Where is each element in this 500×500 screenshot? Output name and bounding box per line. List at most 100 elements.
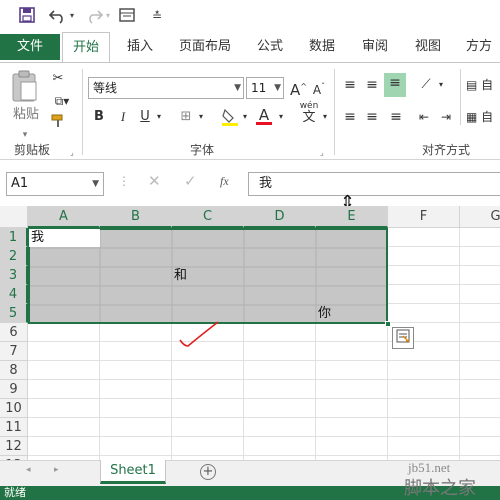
chevron-down-icon: ▼ [92, 179, 99, 189]
column-header[interactable]: C [172, 206, 244, 228]
copy-icon[interactable]: ⧉▾ [48, 91, 76, 111]
border-icon[interactable]: ⊞ [176, 107, 196, 127]
wrap-text-button[interactable]: ▤ 自 [466, 75, 500, 95]
row-header[interactable]: 4 [0, 285, 28, 304]
cut-icon[interactable]: ✂ [48, 69, 68, 89]
cell-e5[interactable]: 你 [318, 304, 331, 323]
undo-dropdown-icon[interactable]: ▾ [70, 6, 74, 26]
tab-formulas[interactable]: 公式 [257, 32, 283, 62]
font-color-letter: A [258, 106, 270, 124]
customize-qat-icon[interactable]: ≛ [152, 6, 162, 26]
paste-icon[interactable] [8, 69, 42, 109]
row-header[interactable]: 7 [0, 342, 28, 361]
paste-label[interactable]: 粘贴 [10, 105, 42, 125]
enter-icon[interactable]: ✓ [184, 172, 197, 190]
row-header[interactable]: 10 [0, 399, 28, 418]
row-header[interactable]: 2 [0, 247, 28, 266]
tab-file[interactable]: 文件 [0, 34, 60, 60]
row-header[interactable]: 12 [0, 437, 28, 456]
worksheet-grid[interactable]: A B C D E F G 1 2 3 4 5 6 7 8 9 10 11 12… [0, 206, 500, 460]
add-sheet-button[interactable]: + [200, 464, 216, 480]
ribbon-separator [82, 69, 83, 155]
redo-icon[interactable] [84, 6, 104, 26]
decrease-indent-icon[interactable]: ⇤ [414, 107, 434, 127]
italic-button[interactable]: I [116, 107, 130, 127]
red-check-annotation-icon [179, 321, 219, 347]
ribbon-separator [460, 69, 461, 125]
fill-color-icon[interactable] [220, 107, 240, 134]
fill-handle[interactable] [385, 321, 391, 327]
tab-home[interactable]: 开始 [62, 32, 111, 63]
align-center-icon[interactable]: ≡ [362, 107, 382, 127]
increase-indent-icon[interactable]: ⇥ [436, 107, 456, 127]
formula-input[interactable]: 我 [248, 172, 500, 196]
bold-button[interactable]: B [92, 107, 106, 127]
grow-font-button[interactable]: A^ [290, 77, 307, 100]
cancel-icon[interactable]: ✕ [148, 172, 161, 190]
column-header[interactable]: B [100, 206, 172, 228]
alignment-group-label: 对齐方式 [422, 143, 471, 157]
row-header[interactable]: 1 [0, 228, 28, 247]
chevron-down-icon: ▼ [234, 83, 241, 93]
cell-a1[interactable]: 我 [31, 228, 44, 247]
tab-data[interactable]: 数据 [309, 32, 335, 62]
row-header[interactable]: 6 [0, 323, 28, 342]
merge-center-button[interactable]: ▦ 自 [466, 107, 500, 127]
quick-analysis-icon[interactable] [392, 327, 414, 349]
row-header[interactable]: 5 [0, 304, 28, 323]
save-icon[interactable] [18, 6, 36, 26]
merge-center-label: 自 [481, 110, 494, 124]
align-top-icon[interactable]: ≡ [340, 75, 360, 95]
orientation-dropdown-icon[interactable]: ▾ [436, 75, 446, 95]
scroll-right-icon[interactable]: ▸ [54, 465, 59, 475]
row-header[interactable]: 8 [0, 361, 28, 380]
formula-bar-grip-icon[interactable]: ⋮ [118, 174, 130, 188]
form-icon[interactable] [118, 6, 136, 26]
tab-review[interactable]: 审阅 [362, 32, 388, 62]
fill-dropdown-icon[interactable]: ▾ [240, 107, 250, 127]
column-header[interactable]: D [244, 206, 316, 228]
shrink-font-letter: A [312, 83, 322, 97]
tab-insert[interactable]: 插入 [127, 32, 153, 62]
tab-page-layout[interactable]: 页面布局 [179, 32, 231, 62]
font-color-button[interactable]: A [256, 105, 272, 125]
tab-view[interactable]: 视图 [415, 32, 441, 62]
font-color-dropdown-icon[interactable]: ▾ [276, 107, 286, 127]
border-dropdown-icon[interactable]: ▾ [196, 107, 206, 127]
underline-dropdown-icon[interactable]: ▾ [154, 107, 164, 127]
underline-button[interactable]: U [138, 107, 152, 127]
name-box-value: A1 [11, 176, 29, 191]
row-header[interactable]: 11 [0, 418, 28, 437]
redo-dropdown-icon[interactable]: ▾ [106, 6, 110, 26]
format-painter-icon[interactable] [48, 113, 68, 136]
phonetic-char: 文 [302, 110, 316, 125]
sheet-tab-sheet1[interactable]: Sheet1 [100, 460, 166, 484]
undo-icon[interactable] [48, 6, 68, 26]
ribbon-tabs: 开始 插入 页面布局 公式 数据 审阅 视图 方方格 [0, 32, 500, 84]
quick-access-toolbar: ▾ ▾ ≛ [0, 0, 500, 32]
orientation-icon[interactable]: ⟋ [416, 75, 436, 95]
insert-function-button[interactable]: fx [220, 174, 229, 189]
row-header[interactable]: 3 [0, 266, 28, 285]
shrink-font-button[interactable]: Aˇ [312, 77, 326, 100]
column-header[interactable]: G [460, 206, 500, 228]
phonetic-button[interactable]: wén 文 [298, 101, 320, 125]
align-right-icon[interactable]: ≡ [386, 107, 406, 127]
font-name-combo[interactable]: 等线 ▼ [88, 77, 244, 99]
column-header[interactable]: A [28, 206, 100, 228]
column-header[interactable]: F [388, 206, 460, 228]
align-left-icon[interactable]: ≡ [340, 107, 360, 127]
column-header[interactable]: E [316, 206, 388, 228]
grow-font-letter: A [290, 81, 301, 99]
name-box[interactable]: A1 ▼ [6, 172, 104, 196]
watermark-brand: 脚本之家 [404, 478, 476, 499]
align-middle-icon[interactable]: ≡ [362, 75, 382, 95]
font-size-combo[interactable]: 11 ▼ [246, 77, 284, 99]
select-all-corner[interactable] [0, 206, 28, 228]
tab-more[interactable]: 方方格 [466, 32, 500, 84]
row-header[interactable]: 9 [0, 380, 28, 399]
phonetic-dropdown-icon[interactable]: ▾ [320, 107, 330, 127]
align-bottom-icon[interactable]: ≡ [384, 73, 406, 97]
cell-c3[interactable]: 和 [174, 266, 187, 285]
scroll-left-icon[interactable]: ◂ [26, 465, 31, 475]
